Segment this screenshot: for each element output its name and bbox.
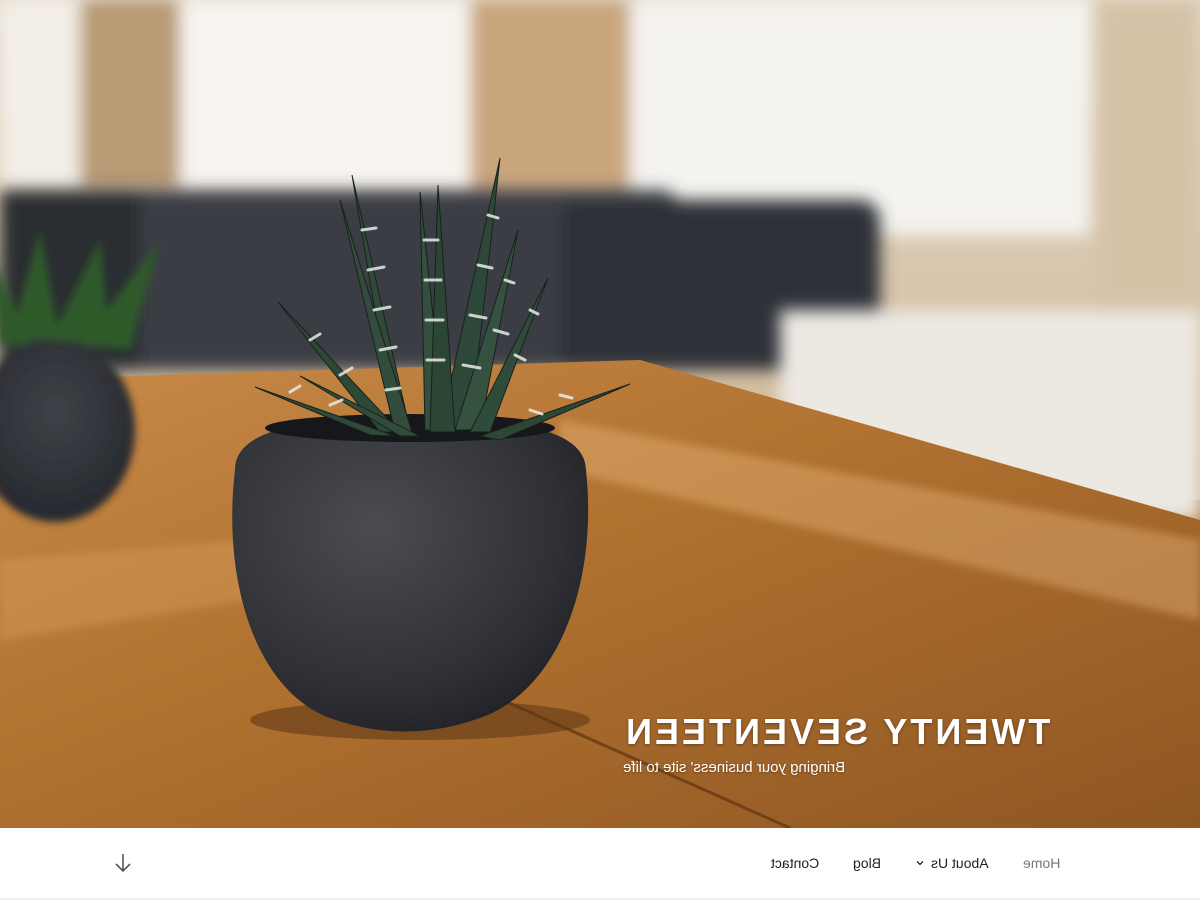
- site-description: Bringing your business' site to life: [622, 759, 845, 776]
- menu-item-label: Blog: [853, 855, 882, 871]
- menu-item-about-us[interactable]: About Us: [915, 855, 989, 871]
- menu-item-contact[interactable]: Contact: [771, 855, 819, 871]
- menu-item-home[interactable]: Home: [1023, 855, 1060, 871]
- top-menu: Home About Us Blog Contact: [771, 828, 1060, 898]
- navigation-top: Home About Us Blog Contact: [0, 828, 1200, 900]
- site-branding: TWENTY SEVENTEEN Bringing your business'…: [622, 711, 1050, 778]
- menu-item-label: About Us: [931, 855, 989, 871]
- page: TWENTY SEVENTEEN Bringing your business'…: [0, 0, 1200, 900]
- menu-item-blog[interactable]: Blog: [853, 855, 881, 871]
- menu-item-label: Home: [1022, 855, 1060, 871]
- chevron-down-icon[interactable]: [915, 858, 925, 868]
- site-title[interactable]: TWENTY SEVENTEEN: [623, 711, 1050, 752]
- arrow-down-icon[interactable]: [112, 852, 134, 874]
- hero-photo: [0, 0, 1200, 828]
- menu-item-label: Contact: [770, 855, 820, 871]
- custom-header-image: TWENTY SEVENTEEN Bringing your business'…: [0, 0, 1200, 828]
